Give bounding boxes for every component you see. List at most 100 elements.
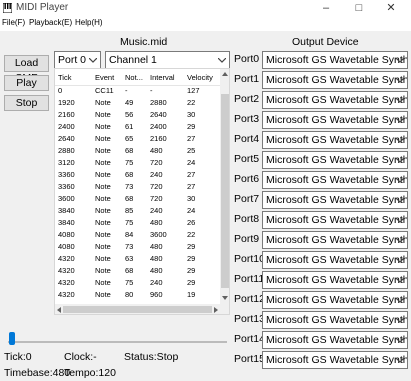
port-device-select[interactable]: Microsoft GS Wavetable Synth <box>262 51 408 69</box>
grid-header-note[interactable]: Not... <box>125 73 143 82</box>
channel-select-value: Channel 1 <box>109 54 157 66</box>
cell-tick: 2880 <box>58 146 75 155</box>
cell-tick: 4320 <box>58 278 75 287</box>
cell-note: 65 <box>125 134 134 143</box>
table-row[interactable]: 4080 Note 73 480 29 <box>55 241 220 253</box>
cell-note: 56 <box>125 110 134 119</box>
port-device-value: Microsoft GS Wavetable Synth <box>266 274 408 286</box>
cell-note: 63 <box>125 254 134 263</box>
position-slider-thumb[interactable] <box>9 332 15 345</box>
menu-file[interactable]: File(F) <box>2 18 25 27</box>
cell-event: Note <box>95 194 111 203</box>
cell-tick: 4320 <box>58 290 75 299</box>
cell-note: 61 <box>125 122 134 131</box>
table-row[interactable]: 4080 Note 84 3600 22 <box>55 229 220 241</box>
cell-note: 68 <box>125 146 134 155</box>
grid-horizontal-scroll-thumb[interactable] <box>63 306 212 313</box>
grid-header-event[interactable]: Event <box>95 73 114 82</box>
port-device-select[interactable]: Microsoft GS Wavetable Synth <box>262 271 408 289</box>
cell-note: 75 <box>125 278 134 287</box>
dropdown-arrow-icon <box>395 52 405 68</box>
table-row[interactable]: 3120 Note 75 720 24 <box>55 157 220 169</box>
cell-tick: 3360 <box>58 170 75 179</box>
table-row[interactable]: 2160 Note 56 2640 30 <box>55 109 220 121</box>
cell-tick: 2160 <box>58 110 75 119</box>
cell-velocity: 127 <box>187 86 200 95</box>
port-device-select[interactable]: Microsoft GS Wavetable Synth <box>262 311 408 329</box>
cell-interval: 480 <box>150 146 163 155</box>
table-row[interactable]: 3360 Note 73 720 27 <box>55 181 220 193</box>
cell-interval: 480 <box>150 218 163 227</box>
port-device-select[interactable]: Microsoft GS Wavetable Synth <box>262 151 408 169</box>
maximize-icon[interactable]: □ <box>345 0 373 17</box>
grid-header-velocity[interactable]: Velocity <box>187 73 213 82</box>
port-device-select[interactable]: Microsoft GS Wavetable Synth <box>262 251 408 269</box>
grid-header-interval[interactable]: Interval <box>150 73 175 82</box>
cell-velocity: 29 <box>187 266 196 275</box>
scroll-down-icon[interactable] <box>222 296 228 300</box>
grid-vertical-scrollbar[interactable] <box>220 69 229 314</box>
app-icon <box>3 3 12 13</box>
port-device-select[interactable]: Microsoft GS Wavetable Synth <box>262 71 408 89</box>
table-row[interactable]: 3840 Note 75 480 26 <box>55 217 220 229</box>
table-row[interactable]: 3600 Note 68 720 30 <box>55 193 220 205</box>
port-device-select[interactable]: Microsoft GS Wavetable Synth <box>262 91 408 109</box>
table-row[interactable]: 3360 Note 68 240 27 <box>55 169 220 181</box>
position-slider-track[interactable] <box>8 341 227 343</box>
table-row[interactable]: 2880 Note 68 480 25 <box>55 145 220 157</box>
table-row[interactable]: 4320 Note 63 480 29 <box>55 253 220 265</box>
port-select[interactable]: Port 0 <box>54 51 101 69</box>
port-device-select[interactable]: Microsoft GS Wavetable Synth <box>262 111 408 129</box>
port-device-value: Microsoft GS Wavetable Synth <box>266 174 408 186</box>
dropdown-arrow-icon <box>395 172 405 188</box>
grid-horizontal-scrollbar[interactable] <box>55 304 220 314</box>
close-icon[interactable]: ✕ <box>377 0 405 17</box>
table-row[interactable]: 3840 Note 85 240 24 <box>55 205 220 217</box>
table-row[interactable]: 2640 Note 65 2160 27 <box>55 133 220 145</box>
scroll-left-icon[interactable] <box>57 307 61 313</box>
scroll-right-icon[interactable] <box>214 307 218 313</box>
cell-event: Note <box>95 134 111 143</box>
dropdown-arrow-icon <box>217 52 227 68</box>
menu-playback[interactable]: Playback(E) <box>29 18 72 27</box>
port-device-select[interactable]: Microsoft GS Wavetable Synth <box>262 231 408 249</box>
play-button[interactable]: Play <box>4 75 49 91</box>
scroll-up-icon[interactable] <box>222 72 228 76</box>
port-label: Port12 <box>234 293 265 305</box>
table-row[interactable]: 0 CC11 - - 127 <box>55 85 220 97</box>
event-grid[interactable]: Tick Event Not... Interval Velocity 0 CC1… <box>54 68 230 315</box>
port-device-select[interactable]: Microsoft GS Wavetable Synth <box>262 291 408 309</box>
port-device-select[interactable]: Microsoft GS Wavetable Synth <box>262 171 408 189</box>
port-device-select[interactable]: Microsoft GS Wavetable Synth <box>262 191 408 209</box>
cell-tick: 3120 <box>58 158 75 167</box>
cell-event: Note <box>95 122 111 131</box>
cell-note: 80 <box>125 290 134 299</box>
port-label: Port7 <box>234 193 260 205</box>
load-smf-button[interactable]: Load SMF <box>4 55 49 84</box>
cell-velocity: 29 <box>187 278 196 287</box>
dropdown-arrow-icon <box>395 212 405 228</box>
port-device-select[interactable]: Microsoft GS Wavetable Synth <box>262 131 408 149</box>
stop-button[interactable]: Stop <box>4 95 49 111</box>
cell-event: Note <box>95 254 111 263</box>
menu-help[interactable]: Help(H) <box>75 18 103 27</box>
minimize-icon[interactable]: – <box>312 0 340 17</box>
playback-status: Status:Stop <box>124 351 179 363</box>
port-device-select[interactable]: Microsoft GS Wavetable Synth <box>262 331 408 349</box>
port-label: Port15 <box>234 353 265 365</box>
channel-select[interactable]: Channel 1 <box>105 51 230 69</box>
table-row[interactable]: 4320 Note 68 480 29 <box>55 265 220 277</box>
port-label: Port0 <box>234 53 260 65</box>
port-select-value: Port 0 <box>58 54 87 66</box>
cell-velocity: 29 <box>187 122 196 131</box>
dropdown-arrow-icon <box>88 52 98 68</box>
grid-header-tick[interactable]: Tick <box>58 73 71 82</box>
table-row[interactable]: 2400 Note 61 2400 29 <box>55 121 220 133</box>
table-row[interactable]: 4320 Note 80 960 19 <box>55 289 220 301</box>
table-row[interactable]: 1920 Note 49 2880 22 <box>55 97 220 109</box>
port-device-select[interactable]: Microsoft GS Wavetable Synth <box>262 351 408 369</box>
port-device-select[interactable]: Microsoft GS Wavetable Synth <box>262 211 408 229</box>
cell-velocity: 24 <box>187 206 196 215</box>
table-row[interactable]: 4320 Note 75 240 29 <box>55 277 220 289</box>
grid-vertical-scroll-thumb[interactable] <box>221 94 229 288</box>
